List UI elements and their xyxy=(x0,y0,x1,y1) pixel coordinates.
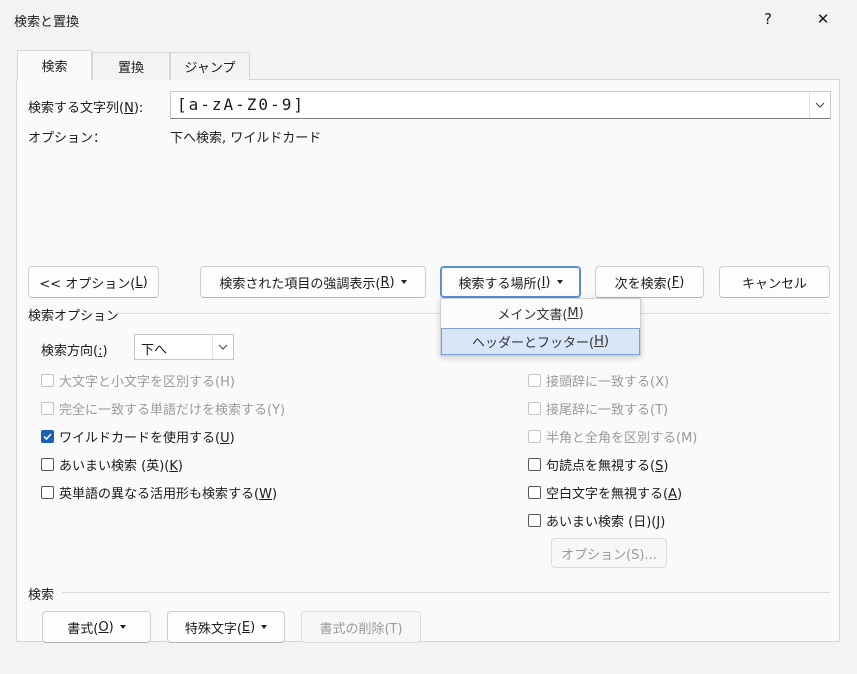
checkmark-icon xyxy=(41,429,54,443)
options-label: オプション： xyxy=(28,131,107,146)
checkbox-ignore-punctuation[interactable]: 句読点を無視する(S) xyxy=(528,454,668,474)
close-button[interactable]: ✕ xyxy=(800,0,846,38)
find-what-input[interactable]: [a-zA-Z0-9] xyxy=(170,91,831,119)
fuzzy-options-button[interactable]: オプション(S)... xyxy=(551,538,667,568)
checkbox-match-width[interactable]: 半角と全角を区別する(M) xyxy=(528,426,697,446)
checkbox-match-suffix[interactable]: 接尾辞に一致する(T) xyxy=(528,398,668,418)
tab-goto[interactable]: ジャンプ xyxy=(170,52,250,80)
reading-highlight-button[interactable]: 検索された項目の強調表示(R) xyxy=(200,266,426,298)
caret-down-icon xyxy=(400,280,407,284)
checkbox-box xyxy=(41,485,54,499)
checkbox-box xyxy=(528,401,541,415)
checkbox-sounds-like-english[interactable]: あいまい検索 (英)(K) xyxy=(41,454,183,474)
checkbox-box xyxy=(41,401,54,415)
cancel-button[interactable]: キャンセル xyxy=(719,266,830,298)
checkbox-box xyxy=(528,429,541,443)
find-what-label: 検索する文字列(N): xyxy=(28,101,144,116)
close-icon: ✕ xyxy=(816,10,830,28)
checkbox-sounds-like-japanese[interactable]: あいまい検索 (日)(J) xyxy=(528,510,665,530)
checkbox-match-case[interactable]: 大文字と小文字を区別する(H) xyxy=(41,370,235,390)
checkbox-word-forms[interactable]: 英単語の異なる活用形も検索する(W) xyxy=(41,482,277,502)
search-options-heading: 検索オプション xyxy=(28,309,120,324)
window-title: 検索と置換 xyxy=(14,15,80,30)
find-in-menu: メイン文書(M) ヘッダーとフッター(H) xyxy=(440,298,641,356)
find-in-button[interactable]: 検索する場所(I) xyxy=(440,266,581,298)
find-next-button[interactable]: 次を検索(F) xyxy=(595,266,704,298)
help-button[interactable]: ? xyxy=(745,0,791,38)
less-options-button[interactable]: << オプション(L) xyxy=(28,266,159,298)
tab-find[interactable]: 検索 xyxy=(17,50,92,80)
menu-item-main-document[interactable]: メイン文書(M) xyxy=(441,300,640,327)
chevron-down-icon[interactable] xyxy=(809,92,830,118)
tab-panel xyxy=(16,79,840,642)
checkbox-box xyxy=(41,457,54,471)
checkbox-box xyxy=(528,485,541,499)
section-divider xyxy=(62,592,830,593)
direction-select[interactable]: 下へ xyxy=(134,334,234,360)
chevron-down-icon[interactable] xyxy=(212,335,233,359)
caret-down-icon xyxy=(261,625,268,629)
checkbox-wildcards[interactable]: ワイルドカードを使用する(U) xyxy=(41,426,235,446)
checkbox-box xyxy=(528,373,541,387)
no-formatting-button[interactable]: 書式の削除(T) xyxy=(301,611,421,643)
direction-label: 検索方向(:) xyxy=(41,344,108,359)
title-bar xyxy=(0,0,857,38)
checkbox-box xyxy=(528,513,541,527)
caret-down-icon xyxy=(119,625,126,629)
caret-down-icon xyxy=(556,280,563,284)
format-button[interactable]: 書式(O) xyxy=(42,611,151,643)
tab-replace[interactable]: 置換 xyxy=(92,52,170,80)
checkbox-box xyxy=(41,373,54,387)
checkbox-match-prefix[interactable]: 接頭辞に一致する(X) xyxy=(528,370,669,390)
checkbox-whole-words[interactable]: 完全に一致する単語だけを検索する(Y) xyxy=(41,398,285,418)
menu-item-headers-footers[interactable]: ヘッダーとフッター(H) xyxy=(441,328,640,355)
find-what-value: [a-zA-Z0-9] xyxy=(177,95,305,114)
direction-value: 下へ xyxy=(141,343,168,358)
checkbox-box xyxy=(528,457,541,471)
options-value: 下へ検索, ワイルドカード xyxy=(170,131,322,146)
special-button[interactable]: 特殊文字(E) xyxy=(167,611,285,643)
checkbox-ignore-whitespace[interactable]: 空白文字を無視する(A) xyxy=(528,482,682,502)
find-section-heading: 検索 xyxy=(28,588,55,603)
